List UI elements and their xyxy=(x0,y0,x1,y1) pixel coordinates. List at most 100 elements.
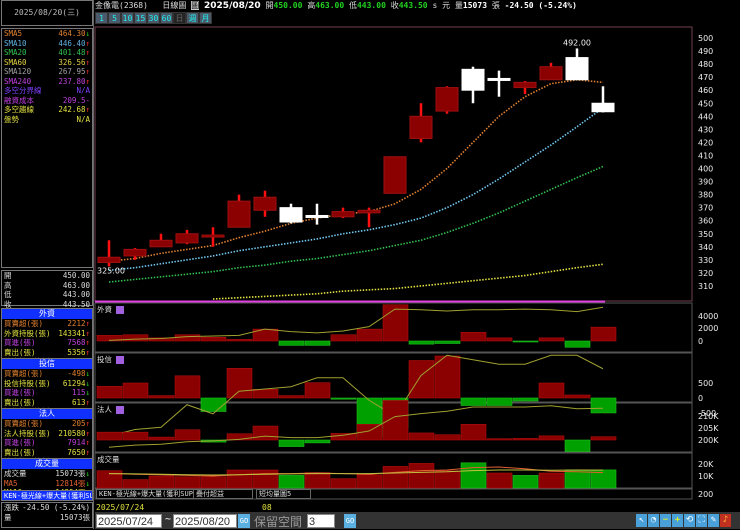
candle-body xyxy=(123,248,147,257)
candle-body xyxy=(409,115,433,139)
go-button-2[interactable]: GO xyxy=(344,514,356,528)
trust-bar xyxy=(148,395,175,399)
panel-label-inst: 法人 xyxy=(97,404,124,415)
keep-space-input[interactable]: 3 xyxy=(307,514,335,528)
candle-body xyxy=(201,234,225,238)
volume-ma-select[interactable]: 短均量圖5 xyxy=(256,489,311,499)
settings-icon[interactable] xyxy=(116,356,124,364)
inst-bar xyxy=(408,432,435,441)
trust-bar xyxy=(304,382,331,399)
volume-value: 15073張 xyxy=(59,512,90,522)
candle-body xyxy=(487,77,511,81)
foreign-bar xyxy=(356,328,383,342)
foreign-bar xyxy=(200,336,227,342)
inst-bar xyxy=(330,433,357,441)
candle-body xyxy=(513,81,537,89)
foreign-axis-tick: 0 xyxy=(698,337,703,346)
clock-icon[interactable]: ◔ xyxy=(648,514,659,527)
price-axis-tick: 450 xyxy=(698,99,713,108)
range-start-label: 2025/07/24 xyxy=(96,503,145,512)
draw-icon[interactable]: ✎ xyxy=(708,514,719,527)
volume-bar xyxy=(382,466,409,489)
foreign-bar xyxy=(460,331,487,342)
volume-bar xyxy=(434,470,461,489)
price-axis-tick: 460 xyxy=(698,86,713,95)
foreign-axis-tick: 2000 xyxy=(698,324,718,333)
volume-bar xyxy=(356,474,383,489)
foreign-bar xyxy=(512,340,539,343)
inst-bar xyxy=(486,438,513,441)
month-label: 08 xyxy=(262,503,272,512)
price-axis-tick: 380 xyxy=(698,191,713,200)
chart-area[interactable]: 310 320 330 340 350 360 370 380 390 400 410 420 430 4… xyxy=(0,0,740,500)
trust-bar xyxy=(174,375,201,399)
foreign-bar xyxy=(382,304,409,342)
settings-icon[interactable] xyxy=(116,406,124,414)
trust-bar xyxy=(200,397,227,412)
foreign-bar xyxy=(564,340,591,348)
fit-icon[interactable]: ⛶ xyxy=(696,514,707,527)
inst-bar xyxy=(460,424,487,441)
price-axis-tick: 320 xyxy=(698,269,713,278)
candle-body xyxy=(331,211,355,218)
candle-body xyxy=(253,196,277,211)
trust-bar xyxy=(408,360,435,399)
foreign-bar xyxy=(486,337,513,342)
ma-line-SMA20 xyxy=(108,165,604,283)
price-axis-tick: 480 xyxy=(698,60,713,69)
price-axis-tick: 490 xyxy=(698,47,713,56)
go-button[interactable]: GO xyxy=(238,514,250,528)
price-axis-tick: 330 xyxy=(698,256,713,265)
trust-bar xyxy=(590,397,617,414)
pointer-icon[interactable]: ↖ xyxy=(636,514,647,527)
settings-icon[interactable] xyxy=(116,306,124,314)
inst-bar xyxy=(278,439,305,447)
inst-bar xyxy=(538,435,565,441)
volume-axis-tick: 10K xyxy=(698,472,714,481)
trust-axis-tick: 500 xyxy=(698,379,713,388)
from-date-input[interactable]: 2025/07/24 xyxy=(96,514,162,528)
tilde: ~ xyxy=(165,514,172,525)
candle-body xyxy=(461,68,485,91)
trust-axis-tick: 0 xyxy=(698,394,703,403)
price-axis-tick: 370 xyxy=(698,204,713,213)
candle-body xyxy=(279,207,303,223)
inst-bar xyxy=(434,434,461,441)
volume-bar xyxy=(538,472,565,489)
to-date-input[interactable]: 2025/08/20 xyxy=(173,514,237,528)
volume-bar xyxy=(122,479,149,489)
reset-icon[interactable]: ⟲ xyxy=(684,514,695,527)
foreign-bar xyxy=(226,339,253,342)
price-axis-tick: 470 xyxy=(698,73,713,82)
candle-body xyxy=(97,256,121,263)
foreign-bar xyxy=(538,337,565,342)
volume-bar xyxy=(148,475,175,489)
inst-axis-tick: 205K xyxy=(698,424,719,433)
volume-bar xyxy=(486,472,513,489)
overlay-select[interactable]: 疊付超益 xyxy=(193,489,253,499)
inst-bar xyxy=(174,429,201,441)
inst-axis-tick: 210K xyxy=(698,412,719,421)
alert-bell-icon[interactable]: ♪ xyxy=(720,514,731,527)
foreign-bar xyxy=(330,334,357,342)
zoom-out-icon[interactable]: − xyxy=(660,514,671,527)
foreign-axis-tick: 4000 xyxy=(698,312,718,321)
candle-body xyxy=(149,239,173,248)
inst-axis-tick: 200K xyxy=(698,436,719,445)
price-axis-tick: 410 xyxy=(698,151,713,160)
foreign-bar xyxy=(408,340,435,345)
trust-bar xyxy=(538,382,565,399)
ma-line-SMA10 xyxy=(108,107,604,272)
inst-bar xyxy=(122,431,149,441)
inst-bar xyxy=(382,400,409,441)
volume-bar xyxy=(252,469,279,489)
inst-bar xyxy=(252,425,279,441)
volume-bar xyxy=(564,469,591,489)
candle-body xyxy=(435,87,459,112)
price-axis-tick: 430 xyxy=(698,125,713,134)
foreign-bar xyxy=(278,340,305,346)
chart-tools: ↖ ◔ − + ⟲ ⛶ ✎ ♪ xyxy=(635,514,731,527)
zoom-in-icon[interactable]: + xyxy=(672,514,683,527)
inst-bar xyxy=(96,431,123,441)
trust-bar xyxy=(486,397,513,406)
